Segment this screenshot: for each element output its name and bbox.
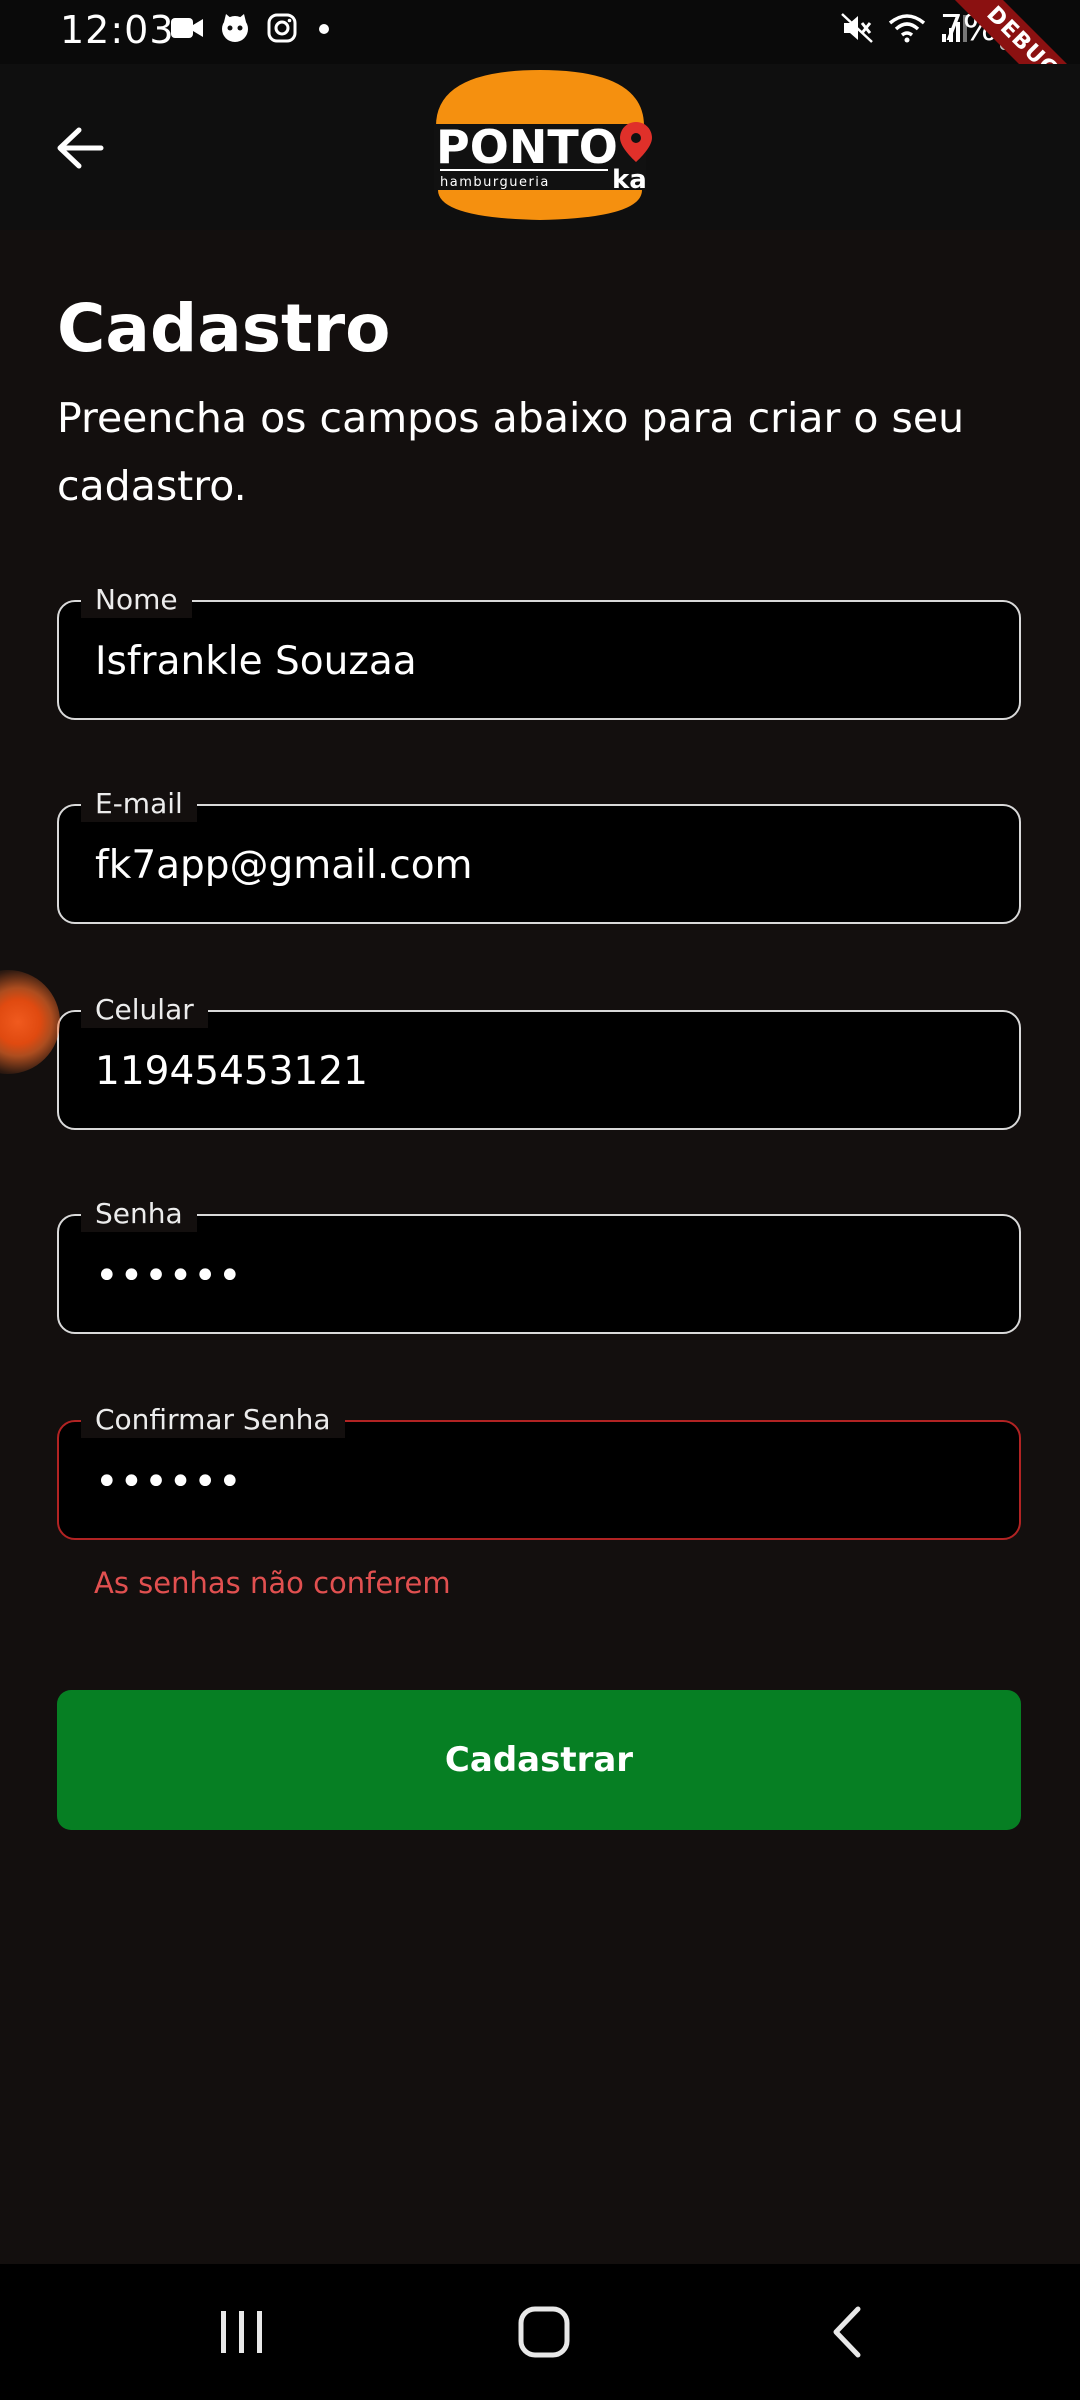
video-icon — [171, 18, 203, 38]
phone-value: 11945453121 — [95, 1049, 368, 1094]
recents-button[interactable] — [202, 2292, 282, 2372]
page-subtitle: Preencha os campos abaixo para criar o s… — [57, 394, 965, 510]
status-bar: 12:03 7% DEBUG — [0, 0, 1080, 140]
password-value: •••••• — [95, 1253, 243, 1299]
logo-bun-top — [436, 70, 644, 126]
confirm-password-field[interactable]: Confirmar Senha •••••• — [57, 1402, 1021, 1540]
home-icon — [518, 2306, 570, 2358]
navigation-bar — [0, 2264, 1080, 2400]
instagram-icon — [267, 13, 297, 43]
nav-back-button[interactable] — [806, 2292, 886, 2372]
back-icon — [833, 2306, 861, 2358]
logo: PONTO hamburgueria ka — [428, 66, 652, 224]
page-title: Cadastro — [57, 290, 391, 367]
mute-icon — [841, 13, 873, 43]
back-button[interactable] — [40, 108, 120, 188]
dot-icon — [319, 24, 329, 34]
confirm-password-value: •••••• — [95, 1459, 243, 1505]
logo-tagline: hamburgueria — [440, 175, 550, 190]
name-field[interactable]: Nome Isfrankle Souzaa — [57, 582, 1021, 720]
arrow-left-icon — [57, 127, 104, 169]
recents-icon — [221, 2311, 262, 2353]
logo-suffix: ka — [612, 165, 647, 195]
wifi-icon — [888, 14, 926, 43]
password-field[interactable]: Senha •••••• — [57, 1196, 1021, 1334]
status-icons-left — [170, 12, 336, 44]
logo-brand: PONTO — [436, 120, 618, 174]
app-bar: PONTO hamburgueria ka — [0, 64, 1080, 230]
email-field[interactable]: E-mail fk7app@gmail.com — [57, 786, 1021, 924]
name-value: Isfrankle Souzaa — [95, 639, 417, 684]
cat-icon — [222, 14, 248, 42]
email-value: fk7app@gmail.com — [95, 843, 473, 888]
home-button[interactable] — [504, 2292, 584, 2372]
password-mismatch-error: As senhas não conferem — [94, 1566, 451, 1600]
status-time: 12:03 — [60, 8, 175, 52]
phone-field[interactable]: Celular 11945453121 — [57, 992, 1021, 1130]
submit-button[interactable]: Cadastrar — [57, 1690, 1021, 1830]
screen-recorder-handle[interactable] — [0, 970, 60, 1074]
